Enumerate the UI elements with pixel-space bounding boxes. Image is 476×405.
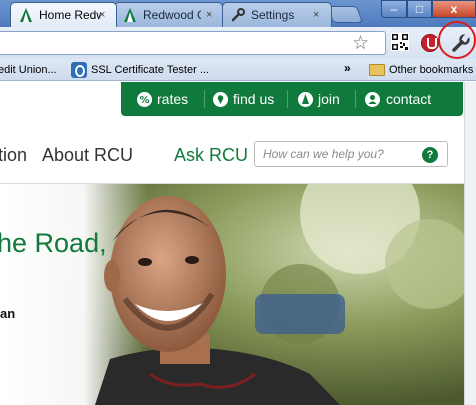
qr-code-icon[interactable] xyxy=(391,33,409,51)
address-bar[interactable]: ☆ xyxy=(0,31,386,55)
divider xyxy=(204,90,205,108)
tab-title: Home Redw xyxy=(39,8,101,22)
maximize-button[interactable]: □ xyxy=(407,0,432,18)
bookmark-ssl-tester[interactable]: SSL Certificate Tester ... xyxy=(91,59,209,81)
bookmarks-overflow-chevron[interactable]: » xyxy=(344,59,351,77)
join-icon xyxy=(298,92,313,107)
ssl-favicon-icon xyxy=(71,62,87,78)
divider xyxy=(287,90,288,108)
ask-search-input[interactable] xyxy=(263,145,413,163)
ask-rcu-label: Ask RCU xyxy=(174,145,249,165)
utility-find-us-label: find us xyxy=(233,91,275,107)
utility-nav: % rates find us join contact xyxy=(121,82,463,116)
hero-photo xyxy=(0,184,464,405)
hero-banner: he Road, an xyxy=(0,184,464,405)
tab-close-icon[interactable]: × xyxy=(313,4,319,26)
wrench-icon xyxy=(231,8,245,22)
hero-headline: he Road, xyxy=(0,228,107,258)
location-pin-icon xyxy=(213,92,228,107)
folder-icon xyxy=(369,64,385,76)
tab-close-icon[interactable]: × xyxy=(99,4,105,26)
utility-rates-label: rates xyxy=(157,91,189,107)
divider xyxy=(355,90,356,108)
minimize-button[interactable]: – xyxy=(381,0,407,18)
redwood-favicon-icon xyxy=(20,8,32,22)
person-icon xyxy=(365,92,380,107)
utility-contact-label: contact xyxy=(386,91,432,107)
help-question-icon[interactable]: ? xyxy=(422,147,438,163)
nav-item-about-rcu[interactable]: About RCU xyxy=(42,145,133,166)
bookmark-credit-union[interactable]: edit Union... xyxy=(0,59,57,81)
page-scrollbar[interactable] xyxy=(464,82,476,405)
nav-item-partial[interactable]: tion xyxy=(0,145,27,166)
svg-text:%: % xyxy=(139,95,149,106)
tab-home-redwood[interactable]: Home Redw × xyxy=(10,2,117,27)
redwood-favicon-icon xyxy=(124,8,136,22)
web-page: % rates find us join contact tion About … xyxy=(0,82,476,405)
main-navigation: tion About RCU Ask RCU ? xyxy=(0,138,476,184)
close-window-button[interactable]: x xyxy=(432,0,476,18)
tab-title: Redwood Cr xyxy=(143,8,201,22)
percent-icon: % xyxy=(137,92,152,107)
browser-title-bar: Home Redw × Redwood Cr × Settings × – □ … xyxy=(0,0,476,27)
highlight-circle xyxy=(438,21,476,59)
utility-join-label: join xyxy=(318,91,340,107)
stop-extension-icon[interactable] xyxy=(421,34,439,52)
tab-settings[interactable]: Settings × xyxy=(222,2,332,27)
other-bookmarks[interactable]: Other bookmarks xyxy=(389,59,473,81)
tab-redwood-cr[interactable]: Redwood Cr × xyxy=(114,2,223,27)
bookmark-star-icon[interactable]: ☆ xyxy=(352,34,369,54)
new-tab-button[interactable] xyxy=(326,6,364,23)
hero-subline: an xyxy=(0,306,16,321)
tab-title: Settings xyxy=(251,8,295,22)
tab-close-icon[interactable]: × xyxy=(206,4,212,26)
ask-search-box: ? xyxy=(254,141,448,167)
